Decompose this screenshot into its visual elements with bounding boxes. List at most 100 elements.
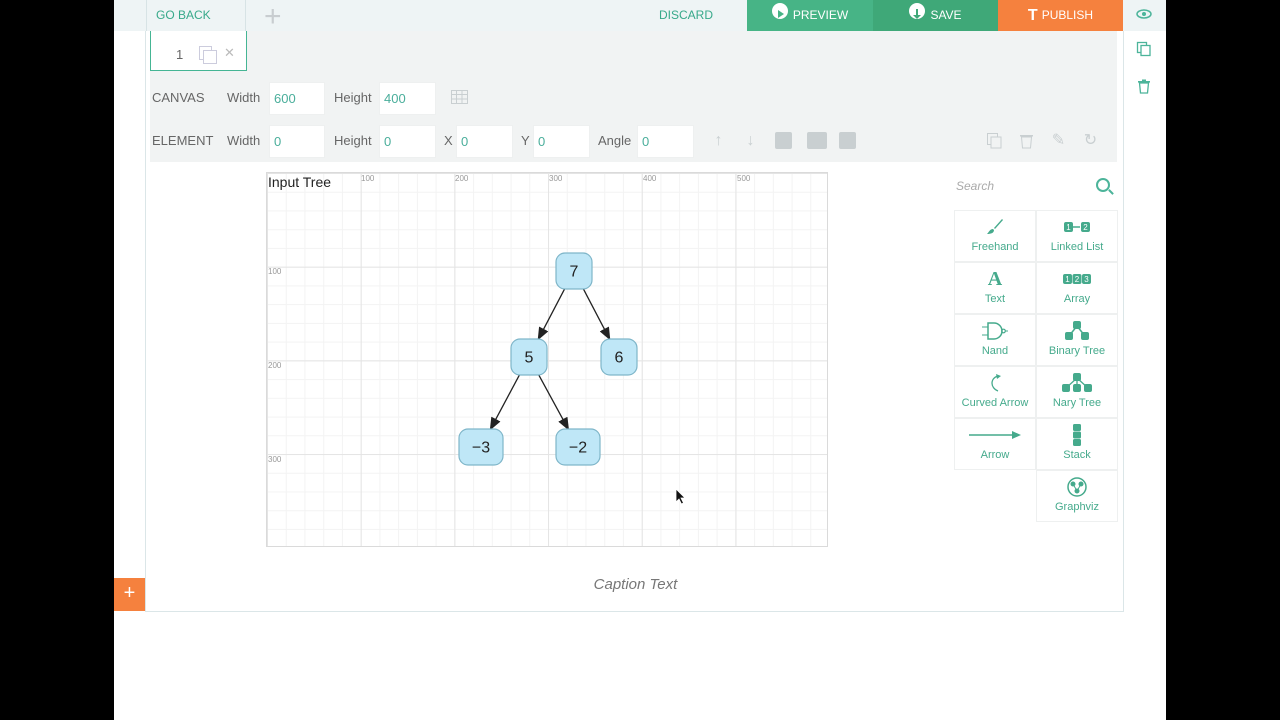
canvas-label: CANVAS <box>152 90 205 105</box>
copy-icon[interactable] <box>1136 41 1152 57</box>
canvas-width-label: Width <box>227 90 261 105</box>
send-back-icon[interactable] <box>807 132 827 149</box>
tree-node[interactable]: −3 <box>458 428 504 466</box>
palette-item-nand[interactable]: Nand <box>954 314 1036 366</box>
top-bar: GO BACK + DISCARD PREVIEW SAVE T PUBLISH <box>114 0 1166 32</box>
duplicate-page-icon[interactable] <box>199 46 217 64</box>
close-icon[interactable]: ✕ <box>224 45 235 61</box>
element-height-field[interactable]: 0 <box>379 125 436 158</box>
save-button[interactable]: SAVE <box>873 0 998 31</box>
bring-front-icon[interactable] <box>775 132 792 149</box>
tree-node-label: −2 <box>569 440 587 457</box>
svg-text:2: 2 <box>1083 223 1088 232</box>
square-icon[interactable] <box>839 132 856 149</box>
preview-label: PREVIEW <box>792 8 849 22</box>
download-icon <box>909 3 926 19</box>
page-tab-1[interactable]: 1 ✕ <box>150 31 247 71</box>
tree-node[interactable]: 6 <box>600 338 638 376</box>
tree-edge[interactable] <box>537 287 566 341</box>
element-y-label: Y <box>521 133 530 148</box>
tree-node-label: 6 <box>615 350 624 367</box>
palette-label: Stack <box>1063 449 1091 461</box>
palette-label: Linked List <box>1050 241 1104 253</box>
palette-item-binary-tree[interactable]: Binary Tree <box>1036 314 1118 366</box>
element-trash-icon[interactable] <box>1018 132 1035 149</box>
palette-item-freehand[interactable]: Freehand <box>954 210 1036 262</box>
palette-label: Binary Tree <box>1048 345 1106 357</box>
arrow-icon <box>955 424 1035 446</box>
tree-node[interactable]: 7 <box>555 252 593 290</box>
element-label: ELEMENT <box>152 133 214 148</box>
canvas-height-field[interactable]: 400 <box>379 82 436 115</box>
graphviz-icon <box>1037 476 1117 498</box>
element-copy-icon[interactable] <box>986 132 1003 149</box>
add-element-button[interactable]: + <box>114 578 145 611</box>
go-back-button[interactable]: GO BACK <box>146 0 246 31</box>
arrow-up-icon[interactable]: ↑ <box>710 132 727 149</box>
palette-label: Freehand <box>971 241 1019 253</box>
palette-label: Arrow <box>980 449 1010 461</box>
palette-item-linked-list[interactable]: 1 2 Linked List <box>1036 210 1118 262</box>
redo-icon[interactable]: ↻ <box>1082 132 1099 149</box>
properties-bar: CANVAS Width 600 Height 400 ELEMENT Widt… <box>150 75 1117 162</box>
element-y-field[interactable]: 0 <box>533 125 590 158</box>
tree-edge[interactable] <box>537 373 570 431</box>
search-icon[interactable] <box>1096 178 1110 192</box>
input-tree-diagram[interactable]: 7 5 6 −3 −2 <box>267 173 829 548</box>
element-x-field[interactable]: 0 <box>456 125 513 158</box>
discard-button[interactable]: DISCARD <box>659 0 713 31</box>
palette-item-nary-tree[interactable]: Nary Tree <box>1036 366 1118 418</box>
svg-text:2: 2 <box>1075 275 1080 284</box>
curved-arrow-icon <box>955 372 1035 394</box>
save-label: SAVE <box>930 8 962 22</box>
caption-text[interactable]: Caption Text <box>146 576 1125 593</box>
publish-icon: T <box>1027 7 1038 24</box>
palette-item-graphviz[interactable]: Graphviz <box>1036 470 1118 522</box>
edit-icon[interactable]: ✎ <box>1050 132 1067 149</box>
tree-edge[interactable] <box>582 287 611 341</box>
publish-button[interactable]: T PUBLISH <box>998 0 1123 31</box>
right-rail <box>1123 0 1166 720</box>
palette-item-arrow[interactable]: Arrow <box>954 418 1036 470</box>
element-angle-label: Angle <box>598 133 632 148</box>
brush-icon <box>955 216 1035 238</box>
drawing-canvas[interactable]: Input Tree 100 200 300 400 500 100 200 3… <box>266 172 828 547</box>
palette-item-stack[interactable]: Stack <box>1036 418 1118 470</box>
element-properties-row: ELEMENT Width 0 Height 0 X 0 Y 0 Angle 0… <box>150 120 1117 160</box>
palette-label: Nand <box>981 345 1009 357</box>
canvas-width-field[interactable]: 600 <box>269 82 325 115</box>
editor-window: GO BACK + DISCARD PREVIEW SAVE TPUBLISH <box>114 0 1166 720</box>
palette-label: Array <box>1063 293 1091 305</box>
grid-icon[interactable] <box>451 89 468 106</box>
canvas-height-label: Height <box>334 90 372 105</box>
page-tab-number: 1 <box>176 47 184 62</box>
trash-icon[interactable] <box>1136 78 1152 94</box>
preview-button[interactable]: PREVIEW <box>747 0 873 31</box>
palette-item-text[interactable]: A Text <box>954 262 1036 314</box>
element-height-label: Height <box>334 133 372 148</box>
nary-tree-icon <box>1037 372 1117 394</box>
palette-label: Nary Tree <box>1052 397 1102 409</box>
play-icon <box>771 3 788 19</box>
svg-text:1: 1 <box>1065 275 1070 284</box>
search-input[interactable]: Search <box>956 179 1116 199</box>
element-angle-field[interactable]: 0 <box>637 125 694 158</box>
palette-item-curved-arrow[interactable]: Curved Arrow <box>954 366 1036 418</box>
page-tabs: 1 ✕ <box>150 31 1117 75</box>
palette-label: Text <box>984 293 1006 305</box>
svg-text:1: 1 <box>1066 223 1071 232</box>
element-width-field[interactable]: 0 <box>269 125 325 158</box>
tree-node[interactable]: 5 <box>510 338 548 376</box>
text-icon: A <box>987 267 1003 290</box>
eye-icon[interactable] <box>1136 6 1152 22</box>
element-x-label: X <box>444 133 453 148</box>
tree-edge[interactable] <box>489 373 521 431</box>
add-page-icon[interactable]: + <box>264 2 282 32</box>
tree-node[interactable]: −2 <box>555 428 601 466</box>
svg-text:3: 3 <box>1084 275 1089 284</box>
arrow-down-icon[interactable]: ↓ <box>742 132 759 149</box>
palette-item-array[interactable]: 123 Array <box>1036 262 1118 314</box>
publish-label: PUBLISH <box>1041 8 1094 22</box>
mouse-cursor-icon <box>675 488 686 505</box>
element-width-label: Width <box>227 133 261 148</box>
